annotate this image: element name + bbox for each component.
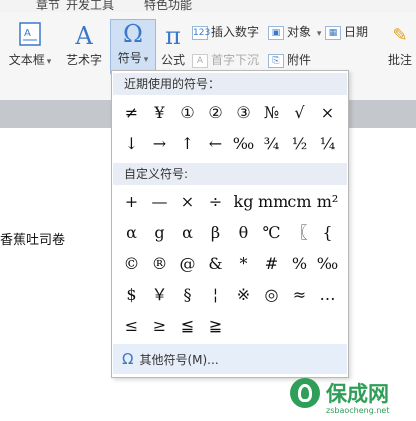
symbol-cell[interactable]: ≦ bbox=[174, 312, 201, 339]
date-button[interactable]: ▦ 日期 bbox=[325, 22, 368, 42]
watermark-url: zsbaocheng.net bbox=[326, 406, 390, 415]
symbol-cell[interactable]: ← bbox=[202, 130, 229, 157]
symbol-cell[interactable]: № bbox=[258, 99, 285, 126]
symbol-cell[interactable]: ③ bbox=[230, 99, 257, 126]
symbol-cell[interactable]: % bbox=[286, 250, 313, 277]
symbol-cell[interactable]: cm bbox=[286, 188, 313, 215]
symbol-cell[interactable]: & bbox=[202, 250, 229, 277]
custom-symbols-header: 自定义符号: bbox=[113, 163, 347, 185]
symbol-cell[interactable]: ¦ bbox=[202, 281, 229, 308]
symbol-label: 符号 bbox=[111, 49, 155, 66]
symbol-cell[interactable]: √ bbox=[286, 99, 313, 126]
symbol-cell[interactable]: × bbox=[314, 99, 341, 126]
symbol-cell[interactable]: § bbox=[174, 281, 201, 308]
attachment-label: 附件 bbox=[287, 53, 312, 67]
document-text: 香蕉吐司卷 bbox=[0, 233, 66, 248]
object-icon: ▣ bbox=[268, 25, 284, 40]
symbol-cell[interactable]: × bbox=[174, 188, 201, 215]
symbol-cell[interactable]: kg bbox=[230, 188, 257, 215]
tab-chapter[interactable]: 章节 bbox=[36, 0, 60, 12]
attachment-icon: ⎘ bbox=[268, 53, 284, 68]
symbol-cell[interactable]: * bbox=[230, 250, 257, 277]
calendar-icon: ▦ bbox=[325, 25, 341, 40]
watermark-logo bbox=[290, 378, 320, 408]
symbol-cell[interactable]: α bbox=[174, 219, 201, 246]
symbol-cell[interactable]: m² bbox=[314, 188, 341, 215]
symbol-cell[interactable]: + bbox=[118, 188, 145, 215]
symbol-cell[interactable]: ½ bbox=[286, 130, 313, 157]
watermark-title: 保成网 bbox=[326, 382, 389, 406]
symbol-cell[interactable]: ‰ bbox=[230, 130, 257, 157]
comment-button[interactable]: ✎ 批注 bbox=[384, 22, 416, 68]
more-symbols-label: 其他符号(M)... bbox=[139, 353, 219, 367]
wordart-button[interactable]: A 艺术字 bbox=[62, 22, 106, 68]
attachment-button[interactable]: ⎘ 附件 bbox=[268, 50, 311, 70]
omega-icon: Ω bbox=[123, 20, 143, 48]
symbol-cell[interactable]: $ bbox=[118, 281, 145, 308]
symbol-cell[interactable]: θ bbox=[230, 219, 257, 246]
symbol-cell[interactable]: 〖 bbox=[286, 219, 313, 246]
pi-icon: π bbox=[165, 22, 181, 50]
object-label: 对象 bbox=[287, 25, 312, 39]
symbol-cell[interactable]: ¼ bbox=[314, 130, 341, 157]
watermark: 保成网 zsbaocheng.net bbox=[290, 378, 410, 418]
recent-symbols-header: 近期使用的符号： bbox=[113, 73, 347, 95]
symbol-cell[interactable]: ® bbox=[146, 250, 173, 277]
symbol-cell[interactable]: @ bbox=[174, 250, 201, 277]
symbol-cell[interactable]: → bbox=[146, 130, 173, 157]
textbox-button[interactable]: A 文本框 bbox=[6, 22, 54, 68]
textbox-label: 文本框 bbox=[6, 51, 54, 68]
tab-developer-tools[interactable]: 开发工具 bbox=[66, 0, 114, 12]
insert-number-button[interactable]: 123插入数字 bbox=[192, 22, 259, 42]
number-icon: 123 bbox=[192, 25, 211, 40]
wordart-label: 艺术字 bbox=[65, 53, 102, 67]
symbol-cell[interactable]: ① bbox=[174, 99, 201, 126]
ribbon-tab-bar: 章节 开发工具 特色功能 bbox=[0, 0, 416, 12]
symbol-cell[interactable]: ≠ bbox=[118, 99, 145, 126]
object-button[interactable]: ▣ 对象 bbox=[268, 22, 321, 42]
symbol-cell[interactable]: ≧ bbox=[202, 312, 229, 339]
symbol-cell[interactable]: ↓ bbox=[118, 130, 145, 157]
symbol-cell[interactable]: ÷ bbox=[202, 188, 229, 215]
symbol-cell[interactable]: — bbox=[146, 188, 173, 215]
symbol-dropdown-menu: 近期使用的符号： ≠ ¥ ① ② ③ № √ × ↓ → ↑ ← ‰ ¾ ½ ¼ 自定义符号: + — × ÷ kg m… bbox=[111, 70, 349, 378]
symbol-cell[interactable]: © bbox=[118, 250, 145, 277]
symbol-cell[interactable]: # bbox=[258, 250, 285, 277]
symbol-cell[interactable]: ② bbox=[202, 99, 229, 126]
symbol-cell[interactable]: … bbox=[314, 281, 341, 308]
symbol-cell[interactable]: ↑ bbox=[174, 130, 201, 157]
symbol-cell[interactable]: { bbox=[314, 219, 341, 246]
textbox-icon: A bbox=[6, 22, 54, 50]
symbol-cell[interactable]: ¥ bbox=[146, 99, 173, 126]
symbol-cell[interactable]: ‰ bbox=[314, 250, 341, 277]
comment-label: 批注 bbox=[387, 53, 412, 67]
dropcap-label: 首字下沉 bbox=[211, 53, 260, 67]
symbol-cell[interactable]: g bbox=[146, 219, 173, 246]
symbol-cell[interactable]: ◎ bbox=[258, 281, 285, 308]
formula-label: 公式 bbox=[160, 53, 185, 67]
symbol-cell[interactable]: ≤ bbox=[118, 312, 145, 339]
formula-button[interactable]: π 公式 bbox=[157, 22, 189, 68]
insert-number-label: 插入数字 bbox=[211, 25, 260, 39]
omega-icon: Ω bbox=[122, 350, 134, 368]
symbol-cell[interactable]: ≈ bbox=[286, 281, 313, 308]
symbol-cell[interactable]: ¾ bbox=[258, 130, 285, 157]
symbol-cell[interactable]: β bbox=[202, 219, 229, 246]
symbol-cell[interactable]: ℃ bbox=[258, 219, 285, 246]
symbol-cell[interactable]: ※ bbox=[230, 281, 257, 308]
comment-icon: ✎ bbox=[392, 25, 408, 46]
symbol-button[interactable]: Ω 符号 bbox=[110, 19, 156, 74]
more-symbols-button[interactable]: Ω 其他符号(M)... bbox=[113, 344, 347, 374]
symbol-cell[interactable]: mm bbox=[258, 188, 288, 215]
tab-special-features[interactable]: 特色功能 bbox=[144, 0, 192, 12]
svg-text:A: A bbox=[24, 28, 31, 39]
dropcap-button[interactable]: A 首字下沉 bbox=[192, 50, 259, 70]
date-label: 日期 bbox=[344, 25, 369, 39]
dropcap-icon: A bbox=[192, 53, 208, 68]
symbol-cell[interactable]: ≥ bbox=[146, 312, 173, 339]
symbol-cell[interactable]: ￥ bbox=[146, 281, 173, 308]
wordart-icon: A bbox=[75, 22, 93, 50]
symbol-cell[interactable]: α bbox=[118, 219, 145, 246]
